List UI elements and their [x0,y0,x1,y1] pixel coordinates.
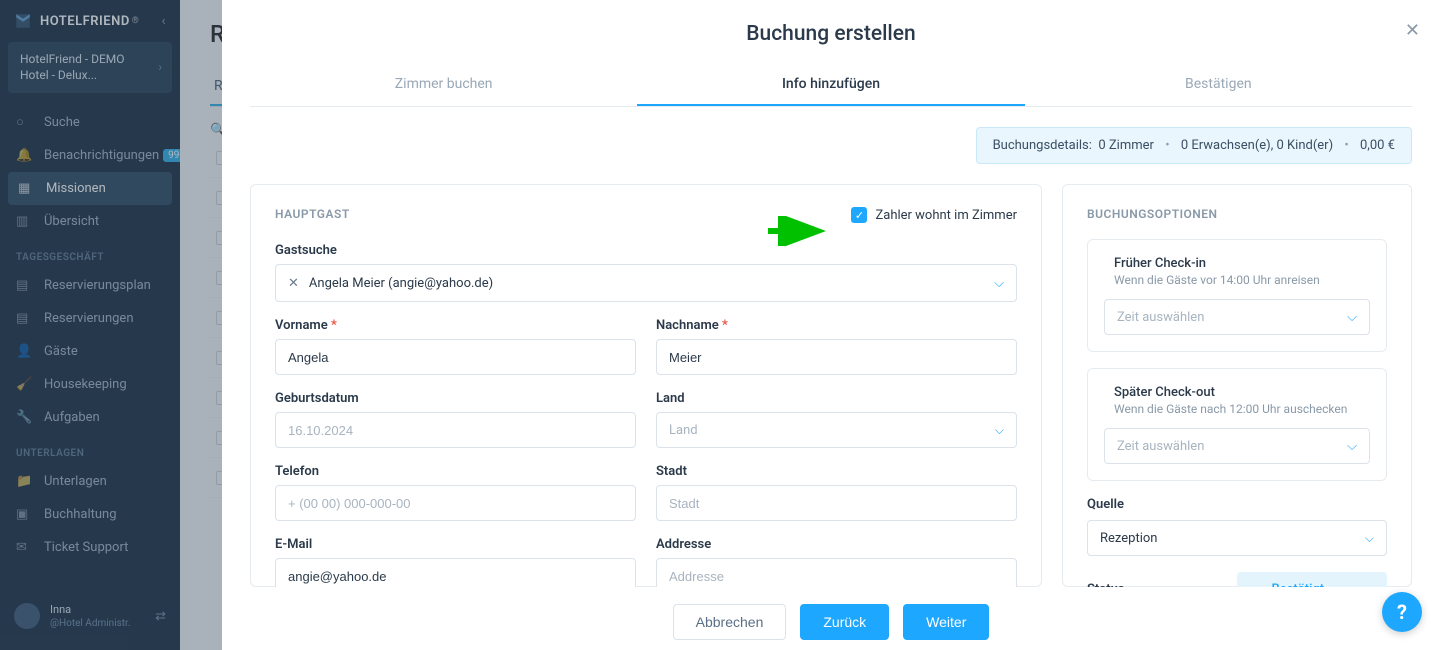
label-vorname: Vorname * [275,318,636,333]
booking-options-card: BUCHUNGSOPTIONEN Früher Check-in Wenn di… [1062,184,1412,587]
vorname-input[interactable] [275,339,636,375]
label-land: Land [656,391,1017,406]
quelle-select[interactable]: Rezeption ⌵ [1087,520,1387,556]
label-quelle: Quelle [1087,497,1387,512]
modal-title: Buchung erstellen [222,22,1440,46]
payer-in-room-checkbox[interactable]: ✓ Zahler wohnt im Zimmer [851,207,1017,223]
label-email: E-Mail [275,537,636,552]
section-hauptgast: HAUPTGAST [275,207,350,221]
early-checkin-option: Früher Check-in Wenn die Gäste vor 14:00… [1087,239,1387,352]
guest-search-select[interactable]: ✕ Angela Meier (angie@yahoo.de) ⌵ [275,264,1017,302]
nachname-input[interactable] [656,339,1017,375]
next-button[interactable]: Weiter [903,604,989,640]
late-checkout-time-select[interactable]: Zeit auswählen ⌵ [1104,428,1370,464]
create-booking-modal: Buchung erstellen ✕ Zimmer buchen Info h… [222,0,1440,650]
label-addresse: Addresse [656,537,1017,552]
stadt-input[interactable] [656,485,1017,521]
addresse-input[interactable] [656,558,1017,587]
modal-header: Buchung erstellen ✕ [222,0,1440,64]
tab-bestaetigen[interactable]: Bestätigen [1025,64,1412,106]
land-select[interactable]: Land⌵ [656,412,1017,448]
email-input[interactable] [275,558,636,587]
main-guest-card: HAUPTGAST ✓ Zahler wohnt im Zimmer Gasts… [250,184,1042,587]
tab-zimmer-buchen[interactable]: Zimmer buchen [250,64,637,106]
status-select[interactable]: Bestätigt ⌵ [1237,572,1387,587]
modal-footer: Abbrechen Zurück Weiter [222,587,1440,650]
chevron-down-icon: ⌵ [1365,531,1374,546]
label-stadt: Stadt [656,464,1017,479]
late-checkout-option: Später Check-out Wenn die Gäste nach 12:… [1087,368,1387,481]
chevron-down-icon: ⌵ [1347,310,1357,325]
chevron-down-icon: ⌵ [994,276,1004,291]
modal-tabs: Zimmer buchen Info hinzufügen Bestätigen [250,64,1412,107]
telefon-input[interactable] [275,485,636,521]
label-geburtsdatum: Geburtsdatum [275,391,636,406]
clear-guest-icon[interactable]: ✕ [288,276,299,291]
label-telefon: Telefon [275,464,636,479]
tab-info-hinzufuegen[interactable]: Info hinzufügen [637,64,1024,106]
early-checkin-time-select[interactable]: Zeit auswählen ⌵ [1104,299,1370,335]
geburtsdatum-input[interactable] [275,412,636,448]
help-button[interactable]: ? [1382,592,1422,632]
label-nachname: Nachname * [656,318,1017,333]
back-button[interactable]: Zurück [800,604,889,640]
chevron-down-icon: ⌵ [1347,439,1357,454]
booking-summary: Buchungsdetails: 0 Zimmer • 0 Erwachsen(… [976,127,1412,164]
close-icon[interactable]: ✕ [1405,20,1420,41]
chevron-down-icon: ⌵ [995,423,1004,438]
cancel-button[interactable]: Abbrechen [673,604,787,640]
label-gastsuche: Gastsuche [275,243,1017,258]
section-buchungsoptionen: BUCHUNGSOPTIONEN [1087,207,1387,221]
annotation-arrow [766,216,826,246]
checkbox-checked-icon: ✓ [851,207,867,223]
